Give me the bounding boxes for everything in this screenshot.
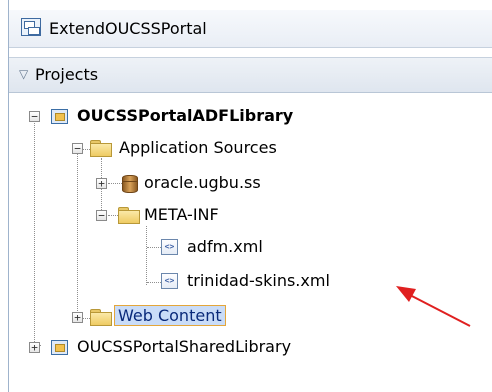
projects-panel-label: Projects bbox=[35, 65, 99, 84]
xml-file-icon: <> bbox=[161, 273, 178, 289]
expand-toggle-icon[interactable]: + bbox=[72, 312, 83, 323]
tree-node-adfm-xml[interactable]: <> adfm.xml bbox=[161, 235, 381, 261]
tree-node-oracle-ugbu-ss[interactable]: + oracle.ugbu.ss bbox=[96, 171, 376, 197]
collapse-toggle-icon[interactable]: − bbox=[72, 143, 83, 154]
xml-file-icon: <> bbox=[161, 239, 178, 255]
tree-node-trinidad-skins-xml[interactable]: <> trinidad-skins.xml bbox=[161, 269, 401, 295]
package-icon bbox=[122, 175, 138, 193]
tree-node-web-content[interactable]: + Web Content bbox=[72, 305, 332, 331]
tree-node-oucssportaladflibrary[interactable]: − OUCSSPortalADFLibrary bbox=[29, 104, 429, 130]
project-icon bbox=[51, 109, 68, 124]
tree-node-label: META-INF bbox=[144, 205, 219, 224]
folder-icon bbox=[118, 207, 140, 224]
tree-node-application-sources[interactable]: − Application Sources bbox=[72, 136, 372, 162]
tree-node-meta-inf[interactable]: − META-INF bbox=[96, 203, 336, 229]
tree-node-label: Application Sources bbox=[119, 138, 277, 157]
tree-node-label: oracle.ugbu.ss bbox=[144, 173, 261, 192]
expand-toggle-icon[interactable]: + bbox=[96, 178, 107, 189]
tree-connector bbox=[146, 226, 147, 285]
folder-icon bbox=[90, 309, 112, 326]
tree-connector bbox=[147, 247, 161, 248]
application-title: ExtendOUCSSPortal bbox=[49, 19, 207, 38]
tree-node-label: trinidad-skins.xml bbox=[187, 271, 330, 290]
application-title-bar[interactable]: ExtendOUCSSPortal bbox=[9, 10, 492, 48]
tree-node-label: adfm.xml bbox=[187, 237, 263, 256]
project-icon bbox=[51, 340, 68, 355]
tree-connector bbox=[147, 282, 161, 283]
annotation-arrow-shaft bbox=[407, 293, 471, 327]
project-tree: − OUCSSPortalADFLibrary − Application So… bbox=[9, 92, 492, 392]
tree-node-label-selected: Web Content bbox=[114, 305, 226, 326]
projects-panel-header[interactable]: ▽ Projects bbox=[9, 57, 492, 93]
tree-connector bbox=[34, 120, 35, 348]
tree-node-label: OUCSSPortalSharedLibrary bbox=[77, 337, 292, 356]
annotation-arrow bbox=[396, 286, 471, 327]
tree-node-label: OUCSSPortalADFLibrary bbox=[77, 106, 294, 125]
tree-connector bbox=[77, 145, 78, 317]
folder-icon bbox=[90, 140, 112, 157]
collapse-triangle-icon[interactable]: ▽ bbox=[19, 67, 28, 81]
annotation-arrow-head bbox=[396, 286, 416, 302]
collapse-toggle-icon[interactable]: − bbox=[96, 210, 107, 221]
collapse-toggle-icon[interactable]: − bbox=[29, 111, 40, 122]
expand-toggle-icon[interactable]: + bbox=[29, 342, 40, 353]
application-icon bbox=[21, 18, 41, 36]
